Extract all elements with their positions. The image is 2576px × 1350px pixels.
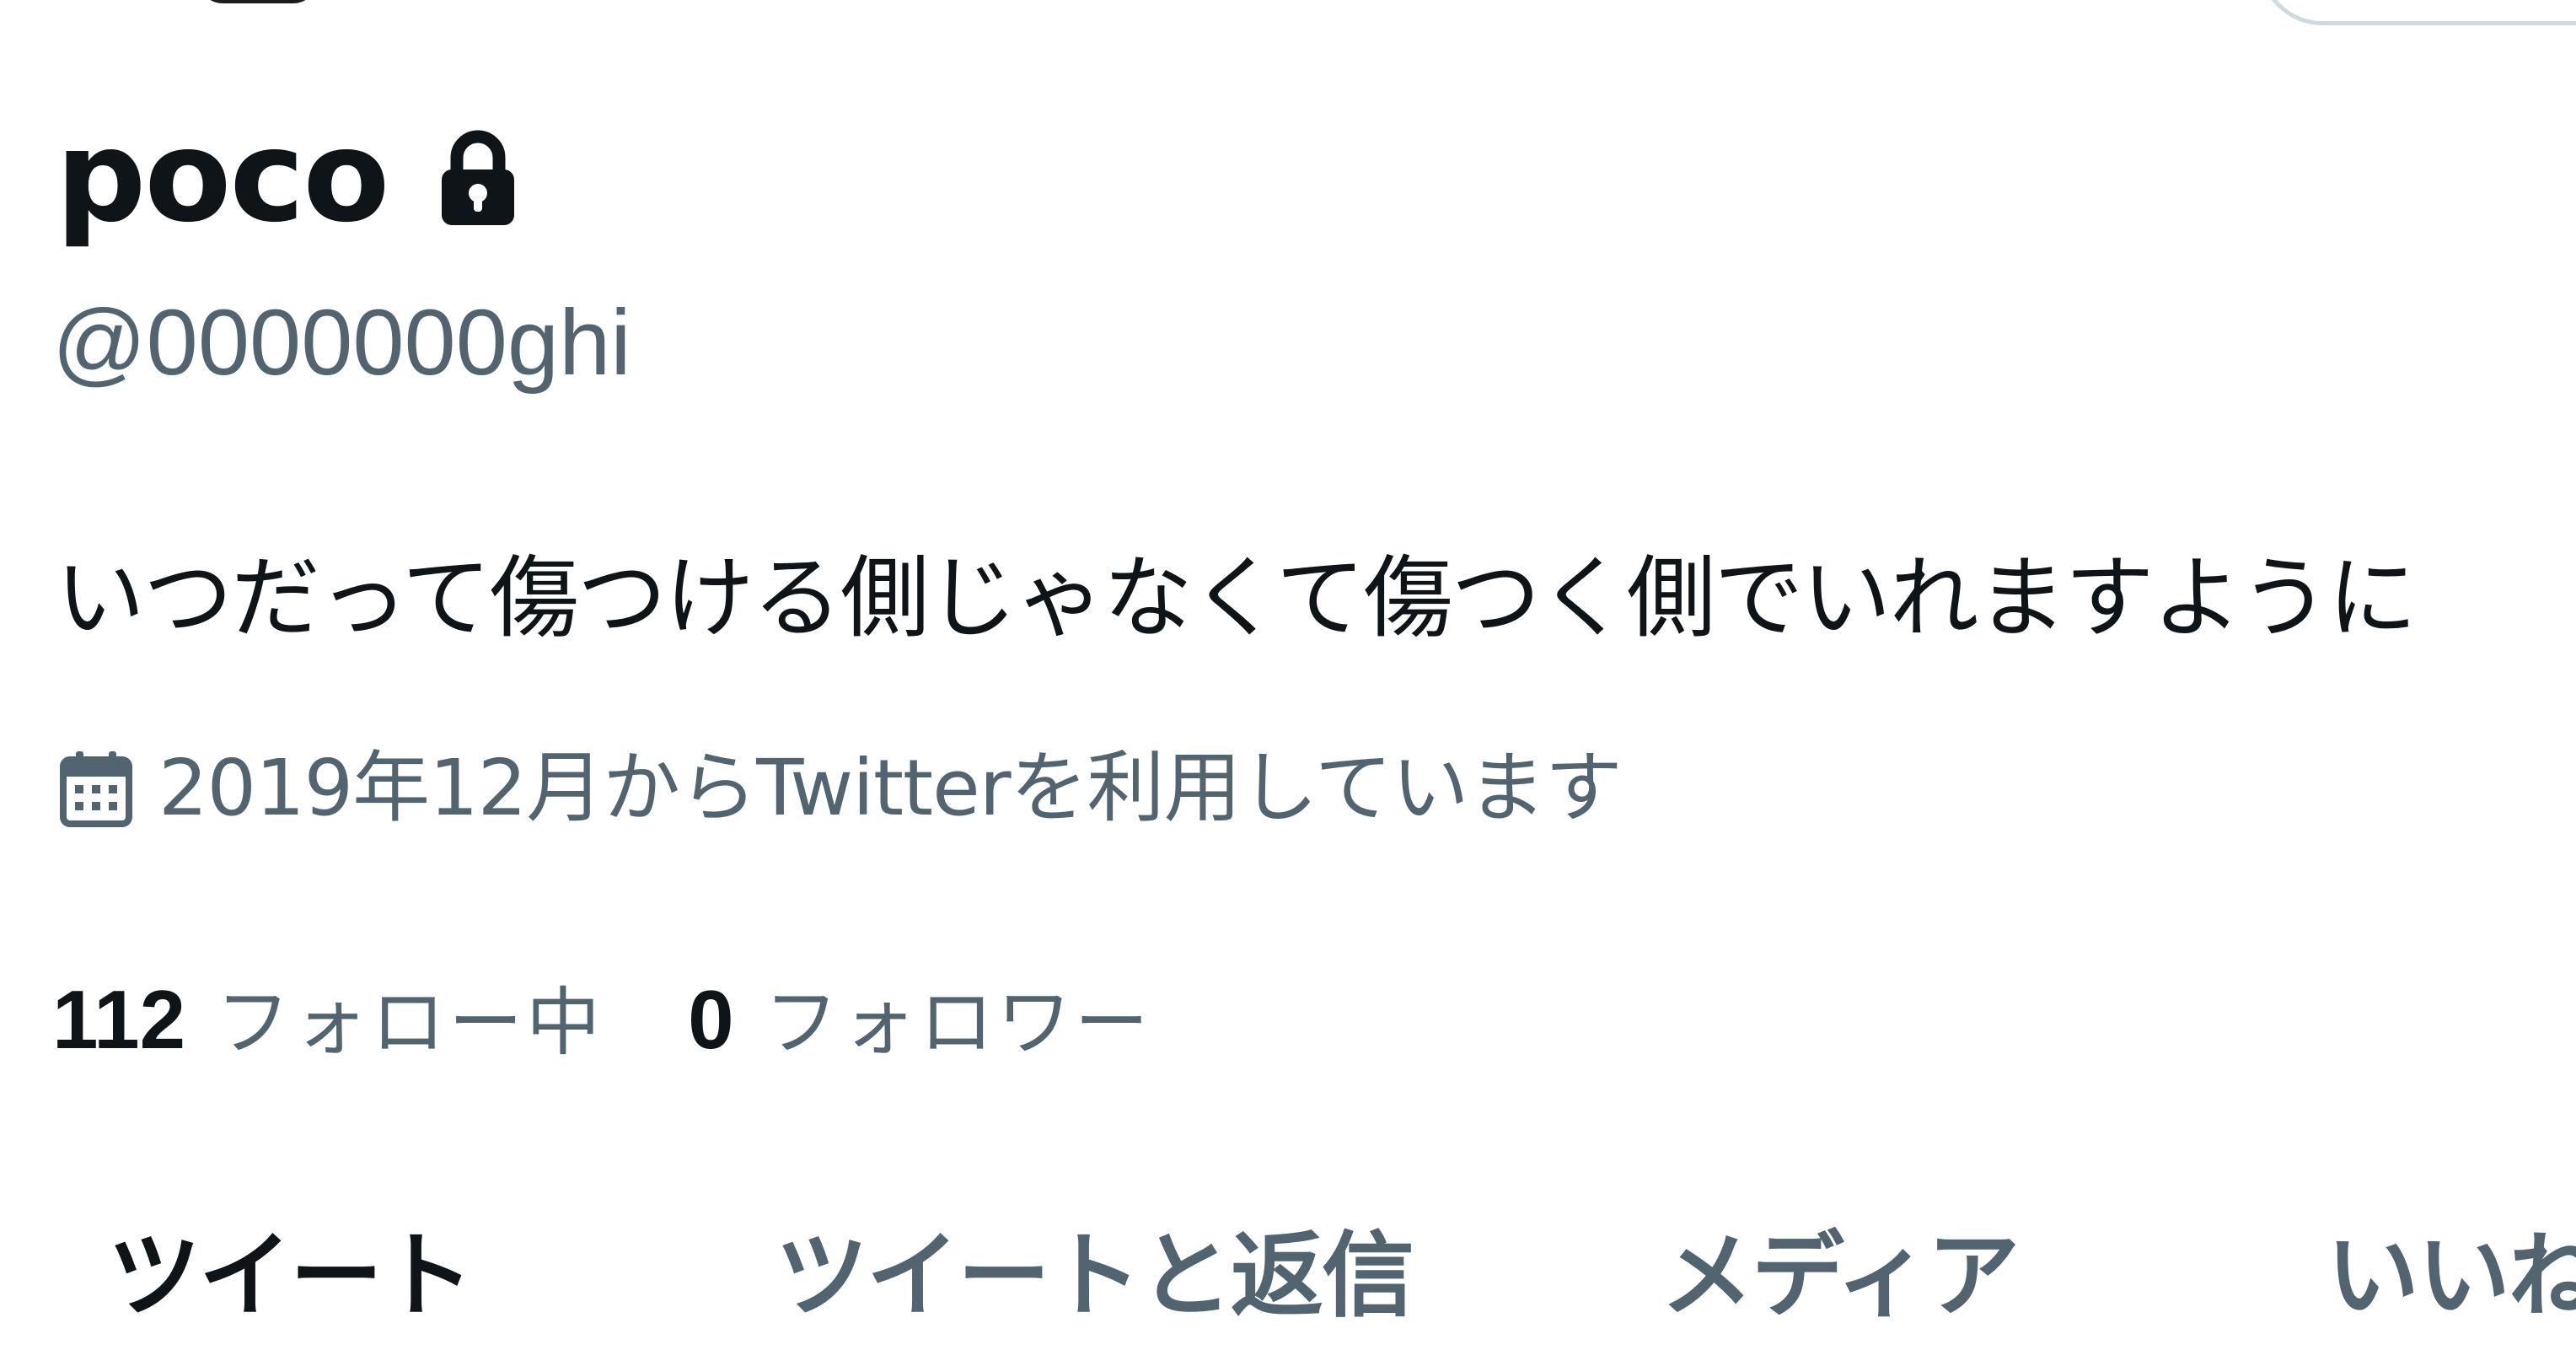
joined-text: 2019年12月からTwitterを利用しています [158,743,1623,833]
tab-tweets-and-replies[interactable]: ツイートと返信 [775,1229,1414,1322]
lock-icon [437,127,519,227]
user-handle: @0000000ghi [52,291,631,395]
follow-stats: 112 フォロー中 0 フォロワー [52,963,1152,1070]
tab-tweets[interactable]: ツイート [108,1229,474,1322]
profile-bio: いつだって傷つける側じゃなくて傷つく側でいれますように [56,546,2418,650]
avatar[interactable] [199,0,317,3]
following-link[interactable]: 112 フォロー中 [52,963,604,1070]
joined-date: 2019年12月からTwitterを利用しています [59,742,1623,835]
display-name: poco [56,104,389,250]
edit-profile-button[interactable] [2259,0,2576,25]
followers-link[interactable]: 0 フォロワー [688,963,1152,1070]
following-count: 112 [52,973,186,1066]
calendar-icon [59,750,133,827]
following-label: フォロー中 [216,979,604,1066]
tab-media[interactable]: メディア [1661,1229,2020,1322]
profile-tabs: ツイート ツイートと返信 メディア いいね [0,1214,2576,1350]
followers-label: フォロワー [764,979,1152,1066]
tab-likes[interactable]: いいね [2326,1229,2576,1322]
followers-count: 0 [688,973,734,1066]
name-row: poco [56,101,519,253]
